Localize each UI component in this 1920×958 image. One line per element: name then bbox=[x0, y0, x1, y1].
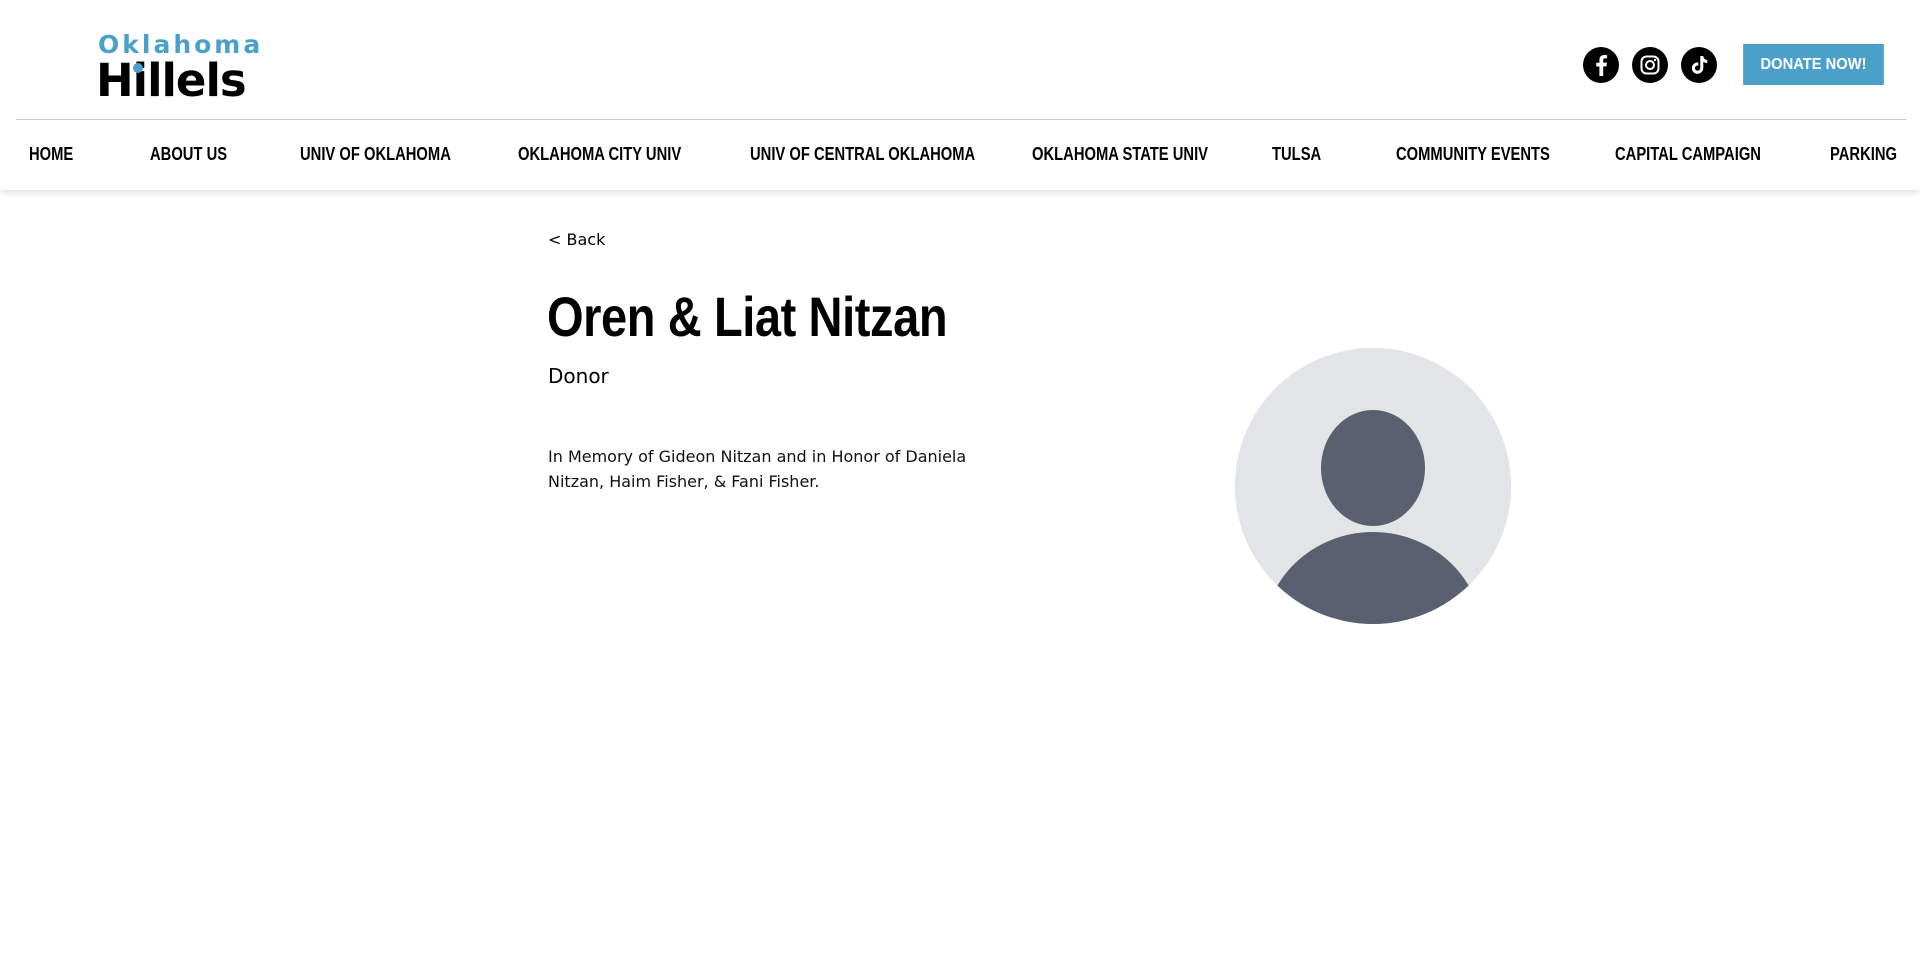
back-link[interactable]: < Back bbox=[548, 230, 605, 249]
nav-item-parking[interactable]: PARKING bbox=[1830, 130, 1897, 178]
profile-name: Oren & Liat Nitzan bbox=[547, 285, 948, 348]
nav-item-univ-of-central-oklahoma[interactable]: UNIV OF CENTRAL OKLAHOMA bbox=[750, 130, 975, 178]
site-logo[interactable]: Oklahoma Hillels bbox=[96, 30, 260, 106]
instagram-icon bbox=[1640, 55, 1660, 75]
profile-content: < Back Oren & Liat Nitzan Donor In Memor… bbox=[0, 190, 1920, 958]
main-nav: HOME ABOUT US UNIV OF OKLAHOMA OKLAHOMA … bbox=[0, 130, 1920, 178]
instagram-link[interactable] bbox=[1632, 47, 1668, 83]
nav-item-tulsa[interactable]: TULSA bbox=[1272, 130, 1321, 178]
logo-dot bbox=[133, 63, 143, 73]
header-divider bbox=[16, 119, 1906, 120]
tiktok-icon bbox=[1691, 56, 1708, 74]
profile-role: Donor bbox=[548, 364, 609, 388]
nav-item-univ-of-oklahoma[interactable]: UNIV OF OKLAHOMA bbox=[300, 130, 451, 178]
site-header: Oklahoma Hillels DONATE NOW! HOME ABOUT … bbox=[0, 0, 1920, 190]
nav-item-oklahoma-state-univ[interactable]: OKLAHOMA STATE UNIV bbox=[1032, 130, 1208, 178]
donate-button[interactable]: DONATE NOW! bbox=[1743, 44, 1884, 85]
nav-item-oklahoma-city-univ[interactable]: OKLAHOMA CITY UNIV bbox=[518, 130, 681, 178]
nav-item-capital-campaign[interactable]: CAPITAL CAMPAIGN bbox=[1615, 130, 1761, 178]
profile-bio: In Memory of Gideon Nitzan and in Honor … bbox=[548, 447, 967, 491]
nav-item-home[interactable]: HOME bbox=[29, 130, 73, 178]
logo-text-bottom: Hillels bbox=[96, 54, 247, 107]
avatar bbox=[1235, 348, 1511, 624]
facebook-icon bbox=[1596, 55, 1608, 76]
social-links bbox=[1583, 47, 1717, 83]
facebook-link[interactable] bbox=[1583, 47, 1619, 83]
nav-item-community-events[interactable]: COMMUNITY EVENTS bbox=[1396, 130, 1550, 178]
tiktok-link[interactable] bbox=[1681, 47, 1717, 83]
user-avatar-icon bbox=[1235, 348, 1511, 624]
nav-item-about-us[interactable]: ABOUT US bbox=[150, 130, 227, 178]
